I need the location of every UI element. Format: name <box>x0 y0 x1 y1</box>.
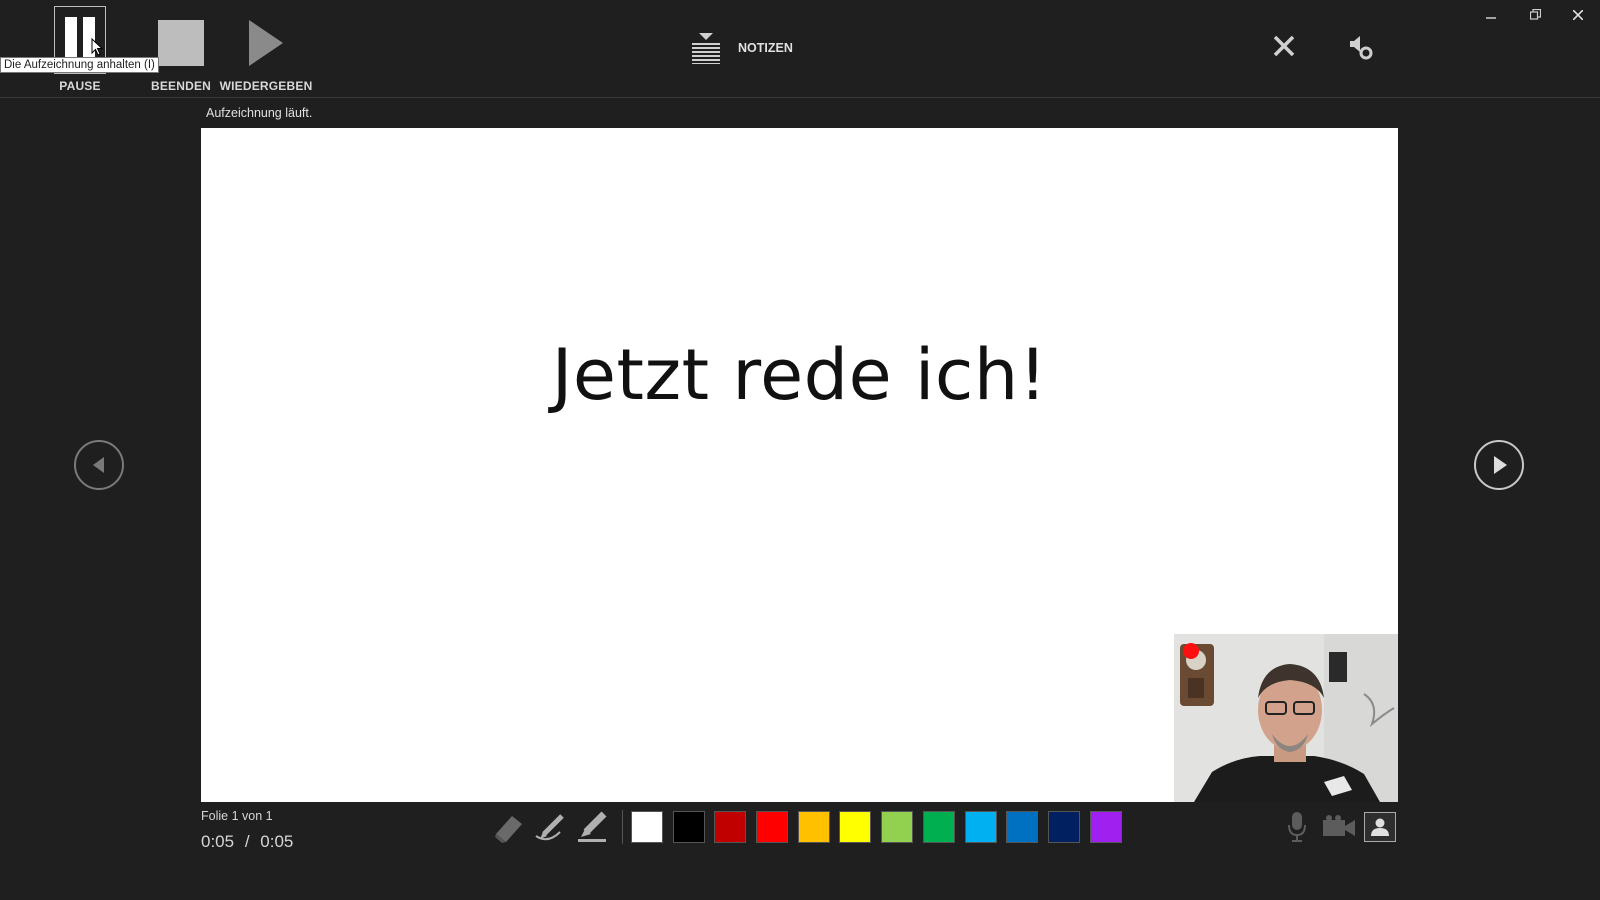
play-icon <box>249 20 283 66</box>
webcam-preview <box>1174 634 1398 802</box>
recording-indicator <box>1183 643 1199 659</box>
camera-toggle[interactable] <box>1322 810 1356 844</box>
tool-divider <box>622 810 623 844</box>
close-window-icon <box>1572 9 1584 21</box>
pause-label: PAUSE <box>59 79 101 93</box>
ink-color-swatch[interactable] <box>1006 811 1039 843</box>
close-icon <box>1273 35 1295 57</box>
camera-preview-icon <box>1371 818 1389 836</box>
settings-button[interactable] <box>1347 34 1373 65</box>
ink-color-swatch[interactable] <box>631 811 663 843</box>
highlighter-icon <box>578 811 607 842</box>
microphone-icon <box>1288 812 1306 842</box>
recording-status: Aufzeichnung läuft. <box>206 106 313 120</box>
next-slide-button[interactable] <box>1474 440 1524 490</box>
highlighter-tool[interactable] <box>574 808 612 846</box>
ink-color-swatch[interactable] <box>839 811 872 843</box>
time-separator: / <box>244 832 250 851</box>
previous-slide-icon <box>93 457 104 473</box>
stop-icon <box>158 20 204 66</box>
restore-icon <box>1529 8 1541 20</box>
eraser-icon <box>495 816 522 843</box>
total-time: 0:05 <box>260 832 294 851</box>
minimize-window-button[interactable] <box>1478 4 1504 26</box>
pause-tooltip: Die Aufzeichnung anhalten (I) <box>0 57 159 73</box>
restore-window-button[interactable] <box>1522 4 1548 26</box>
ink-toolbar <box>490 808 1131 846</box>
previous-slide-button[interactable] <box>74 440 124 490</box>
media-controls <box>1280 810 1404 844</box>
pen-tool[interactable] <box>532 808 570 846</box>
ink-color-palette <box>631 811 1131 843</box>
ink-color-swatch[interactable] <box>797 811 830 843</box>
ink-color-swatch[interactable] <box>881 811 914 843</box>
mouse-cursor-icon <box>91 38 103 56</box>
ink-color-swatch[interactable] <box>756 811 789 843</box>
minimize-icon <box>1486 17 1496 19</box>
settings-icon <box>1350 36 1373 60</box>
next-slide-icon <box>1494 456 1507 474</box>
recording-timer: 0:05 / 0:05 <box>201 832 293 852</box>
ink-color-swatch[interactable] <box>1047 811 1080 843</box>
video-camera-icon <box>1323 815 1355 836</box>
notes-icon <box>692 33 720 64</box>
ink-color-swatch[interactable] <box>964 811 997 843</box>
notes-button[interactable]: NOTIZEN <box>690 30 793 66</box>
play-label: WIEDERGEBEN <box>219 79 313 93</box>
ink-color-swatch[interactable] <box>1089 811 1122 843</box>
elapsed-time: 0:05 <box>201 832 235 851</box>
close-button[interactable] <box>1272 34 1296 63</box>
slide-title: Jetzt rede ich! <box>551 334 1048 416</box>
presenter-video-image <box>1174 634 1398 802</box>
stop-label: BEENDEN <box>150 79 212 93</box>
eraser-tool[interactable] <box>490 808 528 846</box>
close-window-button[interactable] <box>1565 4 1591 26</box>
ink-color-swatch[interactable] <box>922 811 955 843</box>
play-button[interactable]: WIEDERGEBEN <box>218 20 314 93</box>
notes-label: NOTIZEN <box>738 41 793 55</box>
microphone-toggle[interactable] <box>1280 810 1314 844</box>
pen-icon <box>535 814 564 841</box>
ink-color-swatch[interactable] <box>714 811 747 843</box>
recording-toolbar: PAUSE BEENDEN WIEDERGEBEN NOTIZEN <box>0 0 1600 98</box>
slide-counter: Folie 1 von 1 <box>201 809 273 823</box>
ink-color-swatch[interactable] <box>672 811 705 843</box>
camera-preview-toggle[interactable] <box>1364 812 1396 842</box>
